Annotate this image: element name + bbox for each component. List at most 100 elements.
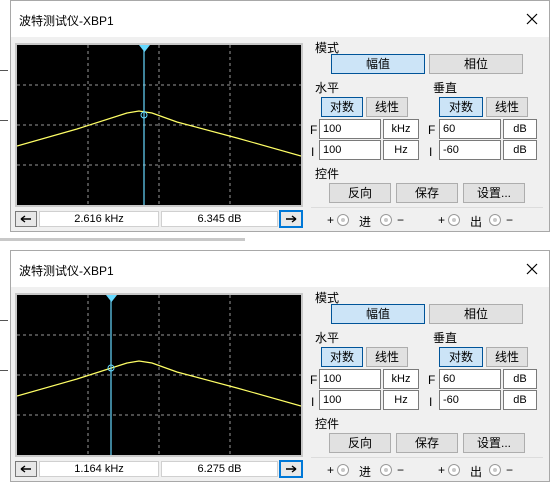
vertical-final-input[interactable]: 60 — [439, 369, 501, 389]
in-minus-label: − — [397, 213, 405, 227]
horizontal-final-input[interactable]: 100 — [319, 369, 381, 389]
horizontal-initial-unit[interactable]: Hz — [383, 390, 419, 410]
vertical-linear-button[interactable]: 线性 — [486, 97, 528, 117]
readout-bar: 1.164 kHz 6.275 dB — [15, 460, 303, 478]
horizontal-final-prefix: F — [310, 373, 318, 387]
out-minus-terminal[interactable] — [489, 464, 501, 476]
horizontal-initial-input[interactable]: 100 — [319, 140, 381, 160]
controls-label: 控件 — [315, 417, 340, 431]
out-minus-label: − — [506, 213, 514, 227]
in-minus-label: − — [397, 463, 405, 477]
cursor-right-button[interactable] — [279, 210, 303, 228]
setup-button[interactable]: 设置... — [463, 433, 525, 453]
horizontal-final-prefix: F — [310, 123, 318, 137]
frequency-readout: 2.616 kHz — [39, 211, 159, 227]
vertical-initial-input[interactable]: -60 — [439, 390, 501, 410]
plot-area — [15, 43, 303, 207]
grid — [17, 295, 301, 455]
title-bar: 波特测试仪-XBP1 — [11, 251, 549, 287]
out-label: 出 — [470, 215, 483, 229]
in-plus-label: + — [327, 213, 335, 227]
horizontal-log-button[interactable]: 对数 — [321, 97, 363, 117]
in-minus-terminal[interactable] — [380, 214, 392, 226]
cursor-left-button[interactable] — [15, 211, 37, 227]
in-plus-terminal[interactable] — [337, 214, 349, 226]
phase-button[interactable]: 相位 — [429, 54, 523, 74]
reverse-button[interactable]: 反向 — [329, 183, 391, 203]
cursor-left-button[interactable] — [15, 461, 37, 477]
vertical-final-prefix: F — [428, 123, 436, 137]
terminal-separator — [311, 457, 543, 458]
plot-svg — [17, 45, 301, 205]
horizontal-initial-prefix: I — [311, 145, 315, 159]
gain-readout: 6.345 dB — [161, 211, 278, 227]
out-plus-terminal[interactable] — [448, 214, 460, 226]
vertical-log-button[interactable]: 对数 — [439, 347, 483, 367]
horizontal-initial-unit[interactable]: Hz — [383, 140, 419, 160]
plot-svg — [17, 295, 301, 455]
magnitude-button[interactable]: 幅值 — [331, 304, 425, 324]
close-icon[interactable] — [523, 260, 541, 278]
vertical-initial-prefix: I — [429, 145, 433, 159]
horizontal-final-unit[interactable]: kHz — [383, 119, 419, 139]
out-minus-terminal[interactable] — [489, 214, 501, 226]
cursor-right-button[interactable] — [279, 460, 303, 478]
out-minus-label: − — [506, 463, 514, 477]
terminal-separator — [311, 207, 543, 208]
out-plus-label: + — [438, 213, 446, 227]
in-plus-label: + — [327, 463, 335, 477]
background-divider — [0, 238, 245, 241]
horizontal-linear-button[interactable]: 线性 — [366, 347, 408, 367]
out-label: 出 — [470, 465, 483, 479]
phase-button[interactable]: 相位 — [429, 304, 523, 324]
vertical-final-input[interactable]: 60 — [439, 119, 501, 139]
horizontal-final-input[interactable]: 100 — [319, 119, 381, 139]
vertical-log-button[interactable]: 对数 — [439, 97, 483, 117]
save-button[interactable]: 保存 — [396, 433, 458, 453]
horizontal-linear-button[interactable]: 线性 — [366, 97, 408, 117]
setup-button[interactable]: 设置... — [463, 183, 525, 203]
magnitude-button[interactable]: 幅值 — [331, 54, 425, 74]
in-label: 进 — [359, 465, 372, 479]
vertical-label: 垂直 — [433, 331, 458, 345]
save-button[interactable]: 保存 — [396, 183, 458, 203]
vertical-initial-prefix: I — [429, 395, 433, 409]
title-bar: 波特测试仪-XBP1 — [11, 1, 549, 37]
arrow-right-icon — [286, 215, 297, 223]
plot-area — [15, 293, 303, 457]
bode-plotter-window: 波特测试仪-XBP1 1.164 kHz 6.275 dB 模式 幅值 相位 水… — [10, 250, 550, 482]
arrow-left-icon — [20, 465, 31, 473]
in-label: 进 — [359, 215, 372, 229]
cursor-marker-icon[interactable] — [139, 45, 150, 53]
out-plus-label: + — [438, 463, 446, 477]
window-title: 波特测试仪-XBP1 — [19, 264, 114, 278]
out-plus-terminal[interactable] — [448, 464, 460, 476]
background-mark — [0, 370, 8, 371]
bode-plotter-window: 波特测试仪-XBP1 2.616 kHz 6.345 dB 模式 幅值 相位 水… — [10, 0, 550, 232]
vertical-linear-button[interactable]: 线性 — [486, 347, 528, 367]
vertical-initial-unit[interactable]: dB — [503, 140, 537, 160]
horizontal-final-unit[interactable]: kHz — [383, 369, 419, 389]
reverse-button[interactable]: 反向 — [329, 433, 391, 453]
vertical-final-unit[interactable]: dB — [503, 369, 537, 389]
background-mark — [0, 120, 8, 121]
gain-readout: 6.275 dB — [161, 461, 278, 477]
frequency-readout: 1.164 kHz — [39, 461, 159, 477]
in-minus-terminal[interactable] — [380, 464, 392, 476]
horizontal-label: 水平 — [315, 331, 340, 345]
vertical-final-unit[interactable]: dB — [503, 119, 537, 139]
close-icon[interactable] — [523, 10, 541, 28]
vertical-initial-unit[interactable]: dB — [503, 390, 537, 410]
background-mark — [0, 320, 8, 321]
background-mark — [0, 70, 8, 71]
vertical-initial-input[interactable]: -60 — [439, 140, 501, 160]
vertical-final-prefix: F — [428, 373, 436, 387]
horizontal-initial-prefix: I — [311, 395, 315, 409]
cursor-marker-icon[interactable] — [106, 295, 117, 303]
in-plus-terminal[interactable] — [337, 464, 349, 476]
vertical-label: 垂直 — [433, 81, 458, 95]
horizontal-label: 水平 — [315, 81, 340, 95]
horizontal-initial-input[interactable]: 100 — [319, 390, 381, 410]
window-title: 波特测试仪-XBP1 — [19, 14, 114, 28]
horizontal-log-button[interactable]: 对数 — [321, 347, 363, 367]
